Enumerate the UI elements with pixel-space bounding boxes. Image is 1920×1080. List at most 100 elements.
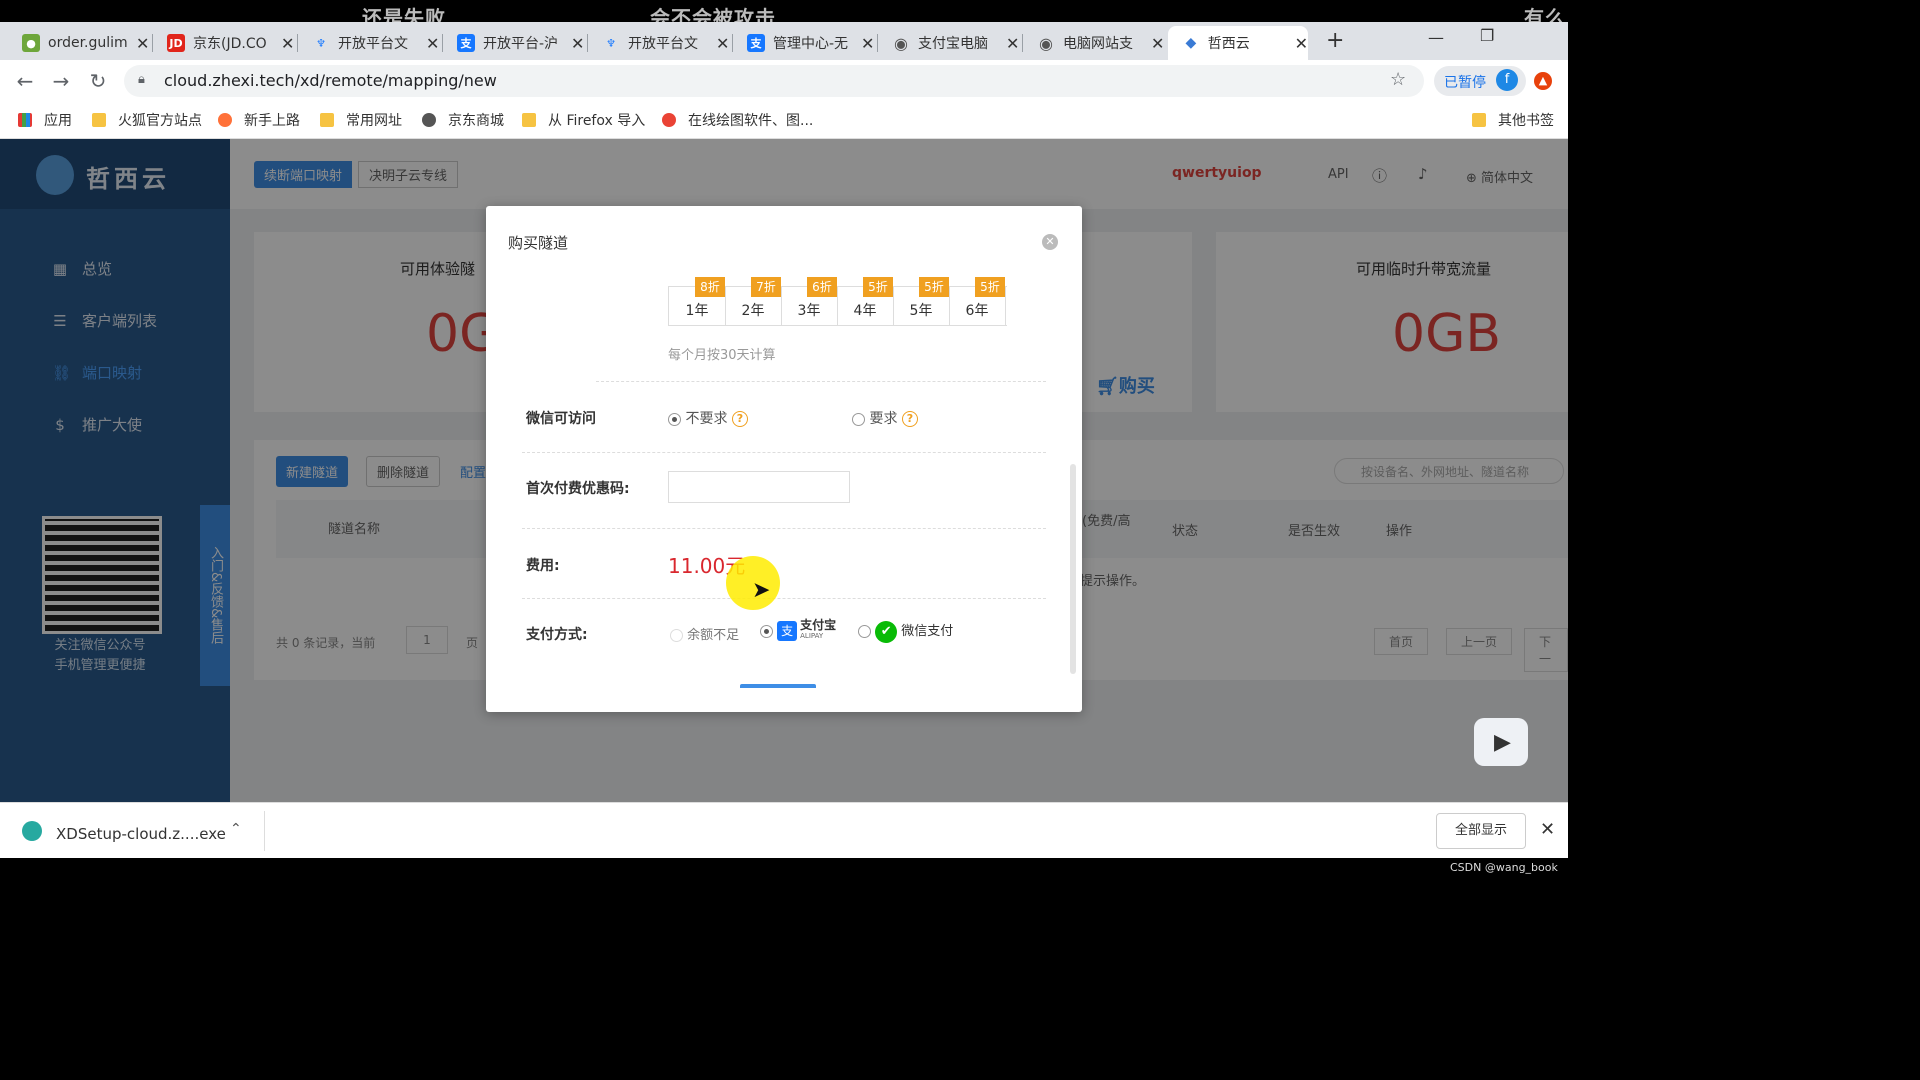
- browser-tab[interactable]: ● order.gulim ✕: [8, 26, 153, 60]
- folder-icon: [320, 113, 334, 127]
- wechat-pay-icon: ✔: [875, 620, 898, 643]
- url-text: cloud.zhexi.tech/xd/remote/mapping/new: [164, 71, 497, 90]
- drawing-icon: [662, 113, 676, 127]
- divider: [522, 598, 1046, 599]
- buy-tunnel-dialog: 购买隧道 ✕ 8折 1年 7折 2年 6折 3年 5折 4年 5折 5年 5折 6年 每个月…: [486, 206, 1082, 712]
- wechat-not-required-option[interactable]: 不要求 ?: [668, 408, 748, 428]
- browser-tab-strip: ● order.gulim ✕ JD 京东(JD.CO ✕ ♆ 开放平台文 ✕ 支开放平台-…: [0, 22, 1568, 60]
- year-option[interactable]: 6折 3年: [781, 277, 838, 325]
- year-option[interactable]: 5折 6年: [949, 277, 1006, 325]
- year-selector: 8折 1年 7折 2年 6折 3年 5折 4年 5折 5年 5折 6年: [668, 277, 1007, 326]
- close-icon[interactable]: ✕: [1151, 34, 1164, 53]
- pay-alipay-option[interactable]: 支支付宝 ALIPAY: [760, 619, 836, 642]
- browser-tab[interactable]: ◉ 电脑网站支 ✕: [1023, 26, 1168, 60]
- globe-icon: [422, 113, 436, 127]
- video-overlay-bar: 还是失败 会不会被攻击 有么: [0, 0, 1568, 30]
- bookmark-other[interactable]: 其他书签: [1472, 110, 1554, 130]
- close-icon[interactable]: ✕: [1006, 34, 1019, 53]
- star-icon[interactable]: ☆: [1390, 69, 1406, 90]
- pay-wechat-option[interactable]: ✔ 微信支付: [858, 620, 953, 643]
- new-tab-icon[interactable]: +: [1326, 28, 1344, 53]
- bookmark-item[interactable]: 常用网址: [320, 110, 402, 130]
- wechat-access-label: 微信可访问: [526, 411, 596, 427]
- month-note: 每个月按30天计算: [668, 348, 776, 363]
- year-option[interactable]: 7折 2年: [725, 277, 782, 325]
- paused-label: 已暂停: [1444, 75, 1486, 91]
- globe-icon: ◉: [894, 33, 908, 53]
- bookmark-item[interactable]: 从 Firefox 导入: [522, 110, 645, 130]
- radio-unchecked[interactable]: [858, 625, 871, 638]
- alipay-icon: 支: [777, 621, 798, 641]
- address-bar[interactable]: 🔒︎ cloud.zhexi.tech/xd/remote/mapping/ne…: [124, 65, 1424, 97]
- divider: [522, 452, 1046, 453]
- browser-tab[interactable]: 支开放平台-沪 ✕: [443, 26, 588, 60]
- close-icon[interactable]: ✕: [1042, 234, 1058, 250]
- browser-tab[interactable]: ◉ 支付宝电脑 ✕: [878, 26, 1023, 60]
- forward-icon[interactable]: →: [48, 68, 74, 94]
- ant-icon: ♆: [316, 36, 326, 50]
- bookmarks-bar: 应用 火狐官方站点 新手上路 常用网址 京东商城 从 Firefox 导入 在线…: [0, 102, 1568, 139]
- bookmark-item[interactable]: 新手上路: [218, 110, 300, 130]
- browser-tab[interactable]: ♆ 开放平台文 ✕: [298, 26, 443, 60]
- download-filename[interactable]: XDSetup-cloud.z....exe: [56, 825, 226, 843]
- video-player-icon[interactable]: ▶: [1474, 718, 1528, 766]
- lock-icon: 🔒︎: [138, 72, 145, 87]
- browser-tab-active[interactable]: ◆ 哲西云 ✕: [1168, 26, 1308, 60]
- discount-badge: 5折: [919, 277, 949, 297]
- discount-badge: 8折: [695, 277, 725, 297]
- discount-badge: 5折: [975, 277, 1005, 297]
- back-icon[interactable]: ←: [12, 68, 38, 94]
- year-option[interactable]: 5折 4年: [837, 277, 894, 325]
- year-option[interactable]: 8折 1年: [669, 277, 726, 325]
- radio-checked[interactable]: [760, 624, 773, 638]
- divider: [522, 528, 1046, 529]
- close-icon[interactable]: ✕: [426, 34, 439, 53]
- help-icon[interactable]: ?: [731, 411, 748, 427]
- jd-icon: JD: [167, 34, 185, 52]
- radio-disabled[interactable]: [670, 629, 683, 642]
- divider: [596, 381, 1046, 382]
- pay-balance-option[interactable]: 余额不足: [670, 624, 739, 643]
- coupon-input[interactable]: [668, 471, 850, 503]
- folder-icon: [1472, 113, 1486, 127]
- radio-checked[interactable]: [668, 412, 681, 426]
- help-icon[interactable]: ?: [901, 411, 918, 427]
- browser-tab[interactable]: 支管理中心-无 ✕: [733, 26, 878, 60]
- alipay-icon: 支: [747, 34, 765, 52]
- zhexi-icon: ◆: [1185, 35, 1197, 51]
- confirm-button-partial[interactable]: [740, 684, 816, 688]
- close-icon[interactable]: ✕: [571, 34, 584, 53]
- watermark: CSDN @wang_book: [1450, 861, 1558, 874]
- coupon-label: 首次付费优惠码:: [526, 481, 630, 497]
- sync-paused-button[interactable]: 已暂停 f: [1434, 66, 1526, 96]
- close-icon[interactable]: ✕: [1295, 34, 1308, 53]
- discount-badge: 7折: [751, 277, 781, 297]
- close-icon[interactable]: ✕: [861, 34, 874, 53]
- discount-badge: 5折: [863, 277, 893, 297]
- chevron-up-icon[interactable]: ⌃: [230, 821, 242, 837]
- show-all-button[interactable]: 全部显示: [1436, 813, 1526, 849]
- close-icon[interactable]: ✕: [281, 34, 294, 53]
- extension-icon[interactable]: ▲: [1534, 72, 1552, 90]
- bookmark-item[interactable]: 京东商城: [422, 110, 504, 130]
- alipay-icon: 支: [457, 34, 475, 52]
- browser-tab[interactable]: ♆ 开放平台文 ✕: [588, 26, 733, 60]
- reload-icon[interactable]: ↻: [85, 68, 111, 94]
- file-icon: [22, 821, 42, 841]
- bookmark-apps[interactable]: 应用: [18, 110, 72, 130]
- close-icon[interactable]: ✕: [136, 34, 149, 53]
- year-option[interactable]: 5折 5年: [893, 277, 950, 325]
- minimize-icon[interactable]: —: [1428, 28, 1444, 47]
- bookmark-item[interactable]: 火狐官方站点: [92, 110, 202, 130]
- dialog-scrollbar[interactable]: [1070, 464, 1076, 674]
- wechat-required-option[interactable]: 要求 ?: [852, 408, 918, 428]
- avatar: f: [1496, 69, 1518, 91]
- restore-icon[interactable]: ❐: [1480, 26, 1494, 45]
- close-icon[interactable]: ✕: [1540, 819, 1555, 840]
- browser-tab[interactable]: JD 京东(JD.CO ✕: [153, 26, 298, 60]
- video-bottom-bar: CSDN @wang_book: [0, 858, 1568, 882]
- close-icon[interactable]: ✕: [716, 34, 729, 53]
- radio-unchecked[interactable]: [852, 412, 865, 426]
- bookmark-item[interactable]: 在线绘图软件、图...: [662, 110, 813, 130]
- globe-icon: ◉: [1039, 33, 1053, 53]
